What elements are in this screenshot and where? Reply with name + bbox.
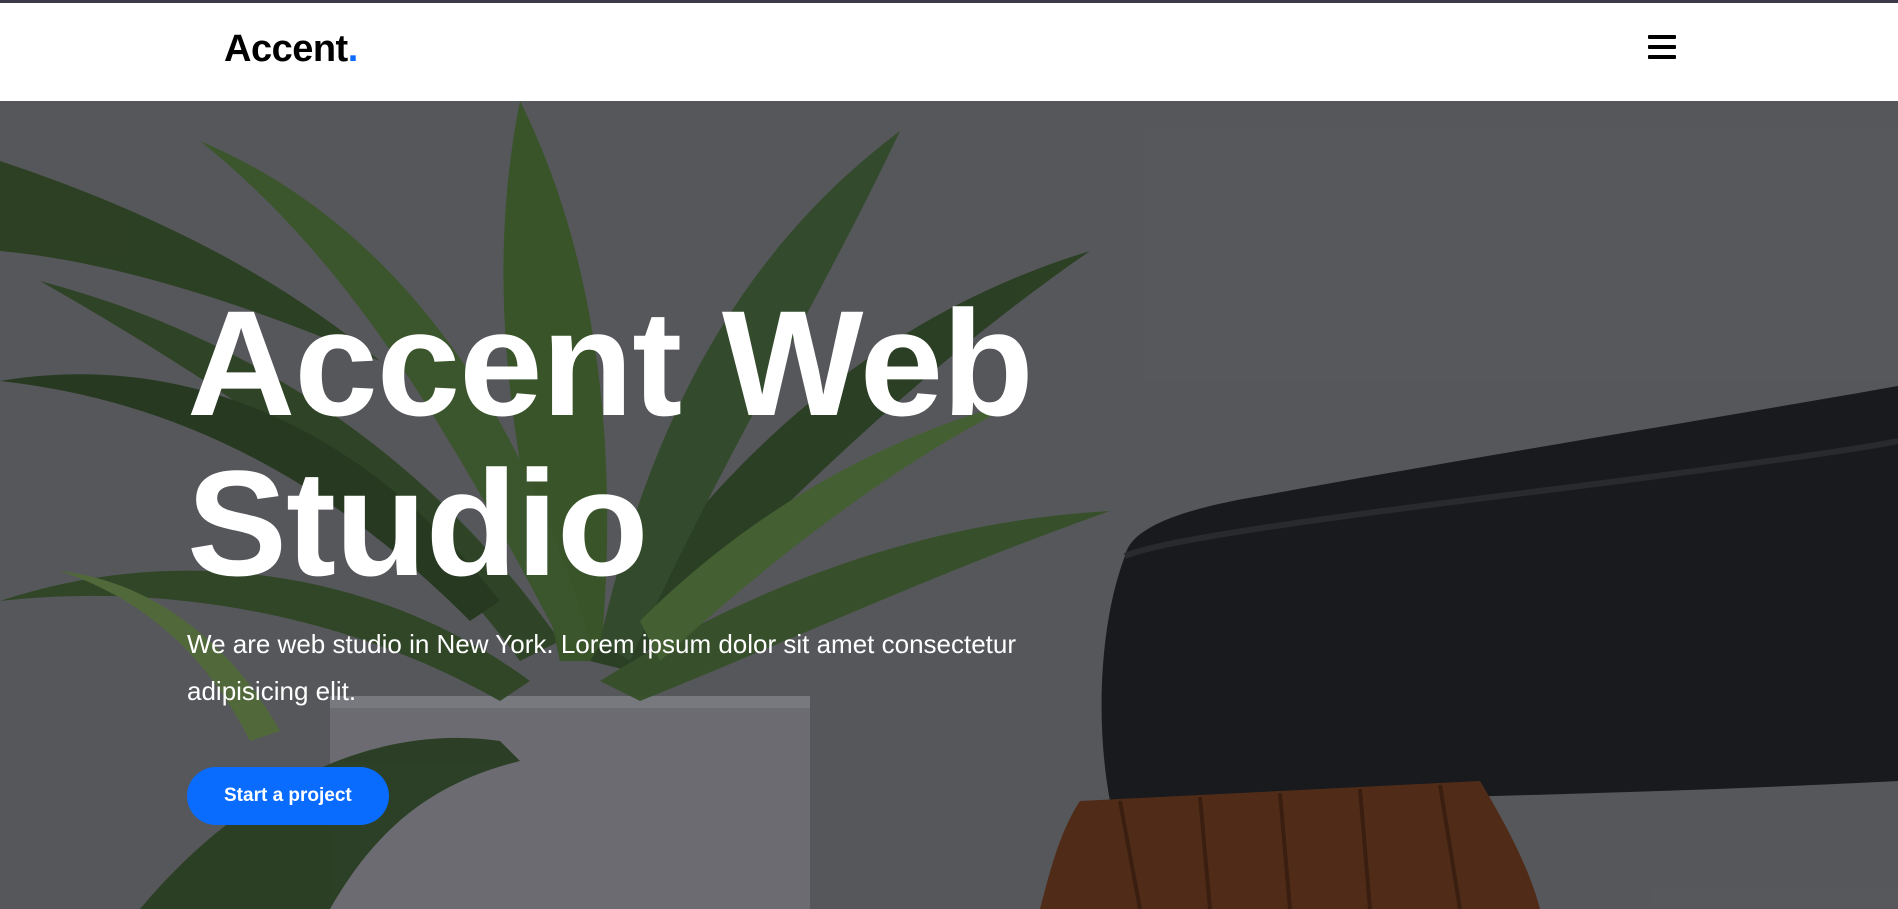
site-header: Accent. bbox=[0, 3, 1898, 101]
hamburger-menu-icon[interactable] bbox=[1646, 33, 1678, 61]
hero-title-line-2: Studio bbox=[187, 439, 649, 607]
site-logo[interactable]: Accent. bbox=[224, 30, 358, 68]
hero-title-line-1: Accent Web bbox=[187, 279, 1034, 447]
logo-dot: . bbox=[347, 28, 359, 70]
hero-content: Accent Web Studio We are web studio in N… bbox=[187, 283, 1187, 825]
hero-title: Accent Web Studio bbox=[187, 283, 1187, 603]
hero-subtitle: We are web studio in New York. Lorem ips… bbox=[187, 629, 1017, 706]
start-project-button[interactable]: Start a project bbox=[187, 767, 389, 825]
logo-text: Accent bbox=[224, 28, 348, 70]
hero-section: Accent Web Studio We are web studio in N… bbox=[0, 101, 1898, 909]
